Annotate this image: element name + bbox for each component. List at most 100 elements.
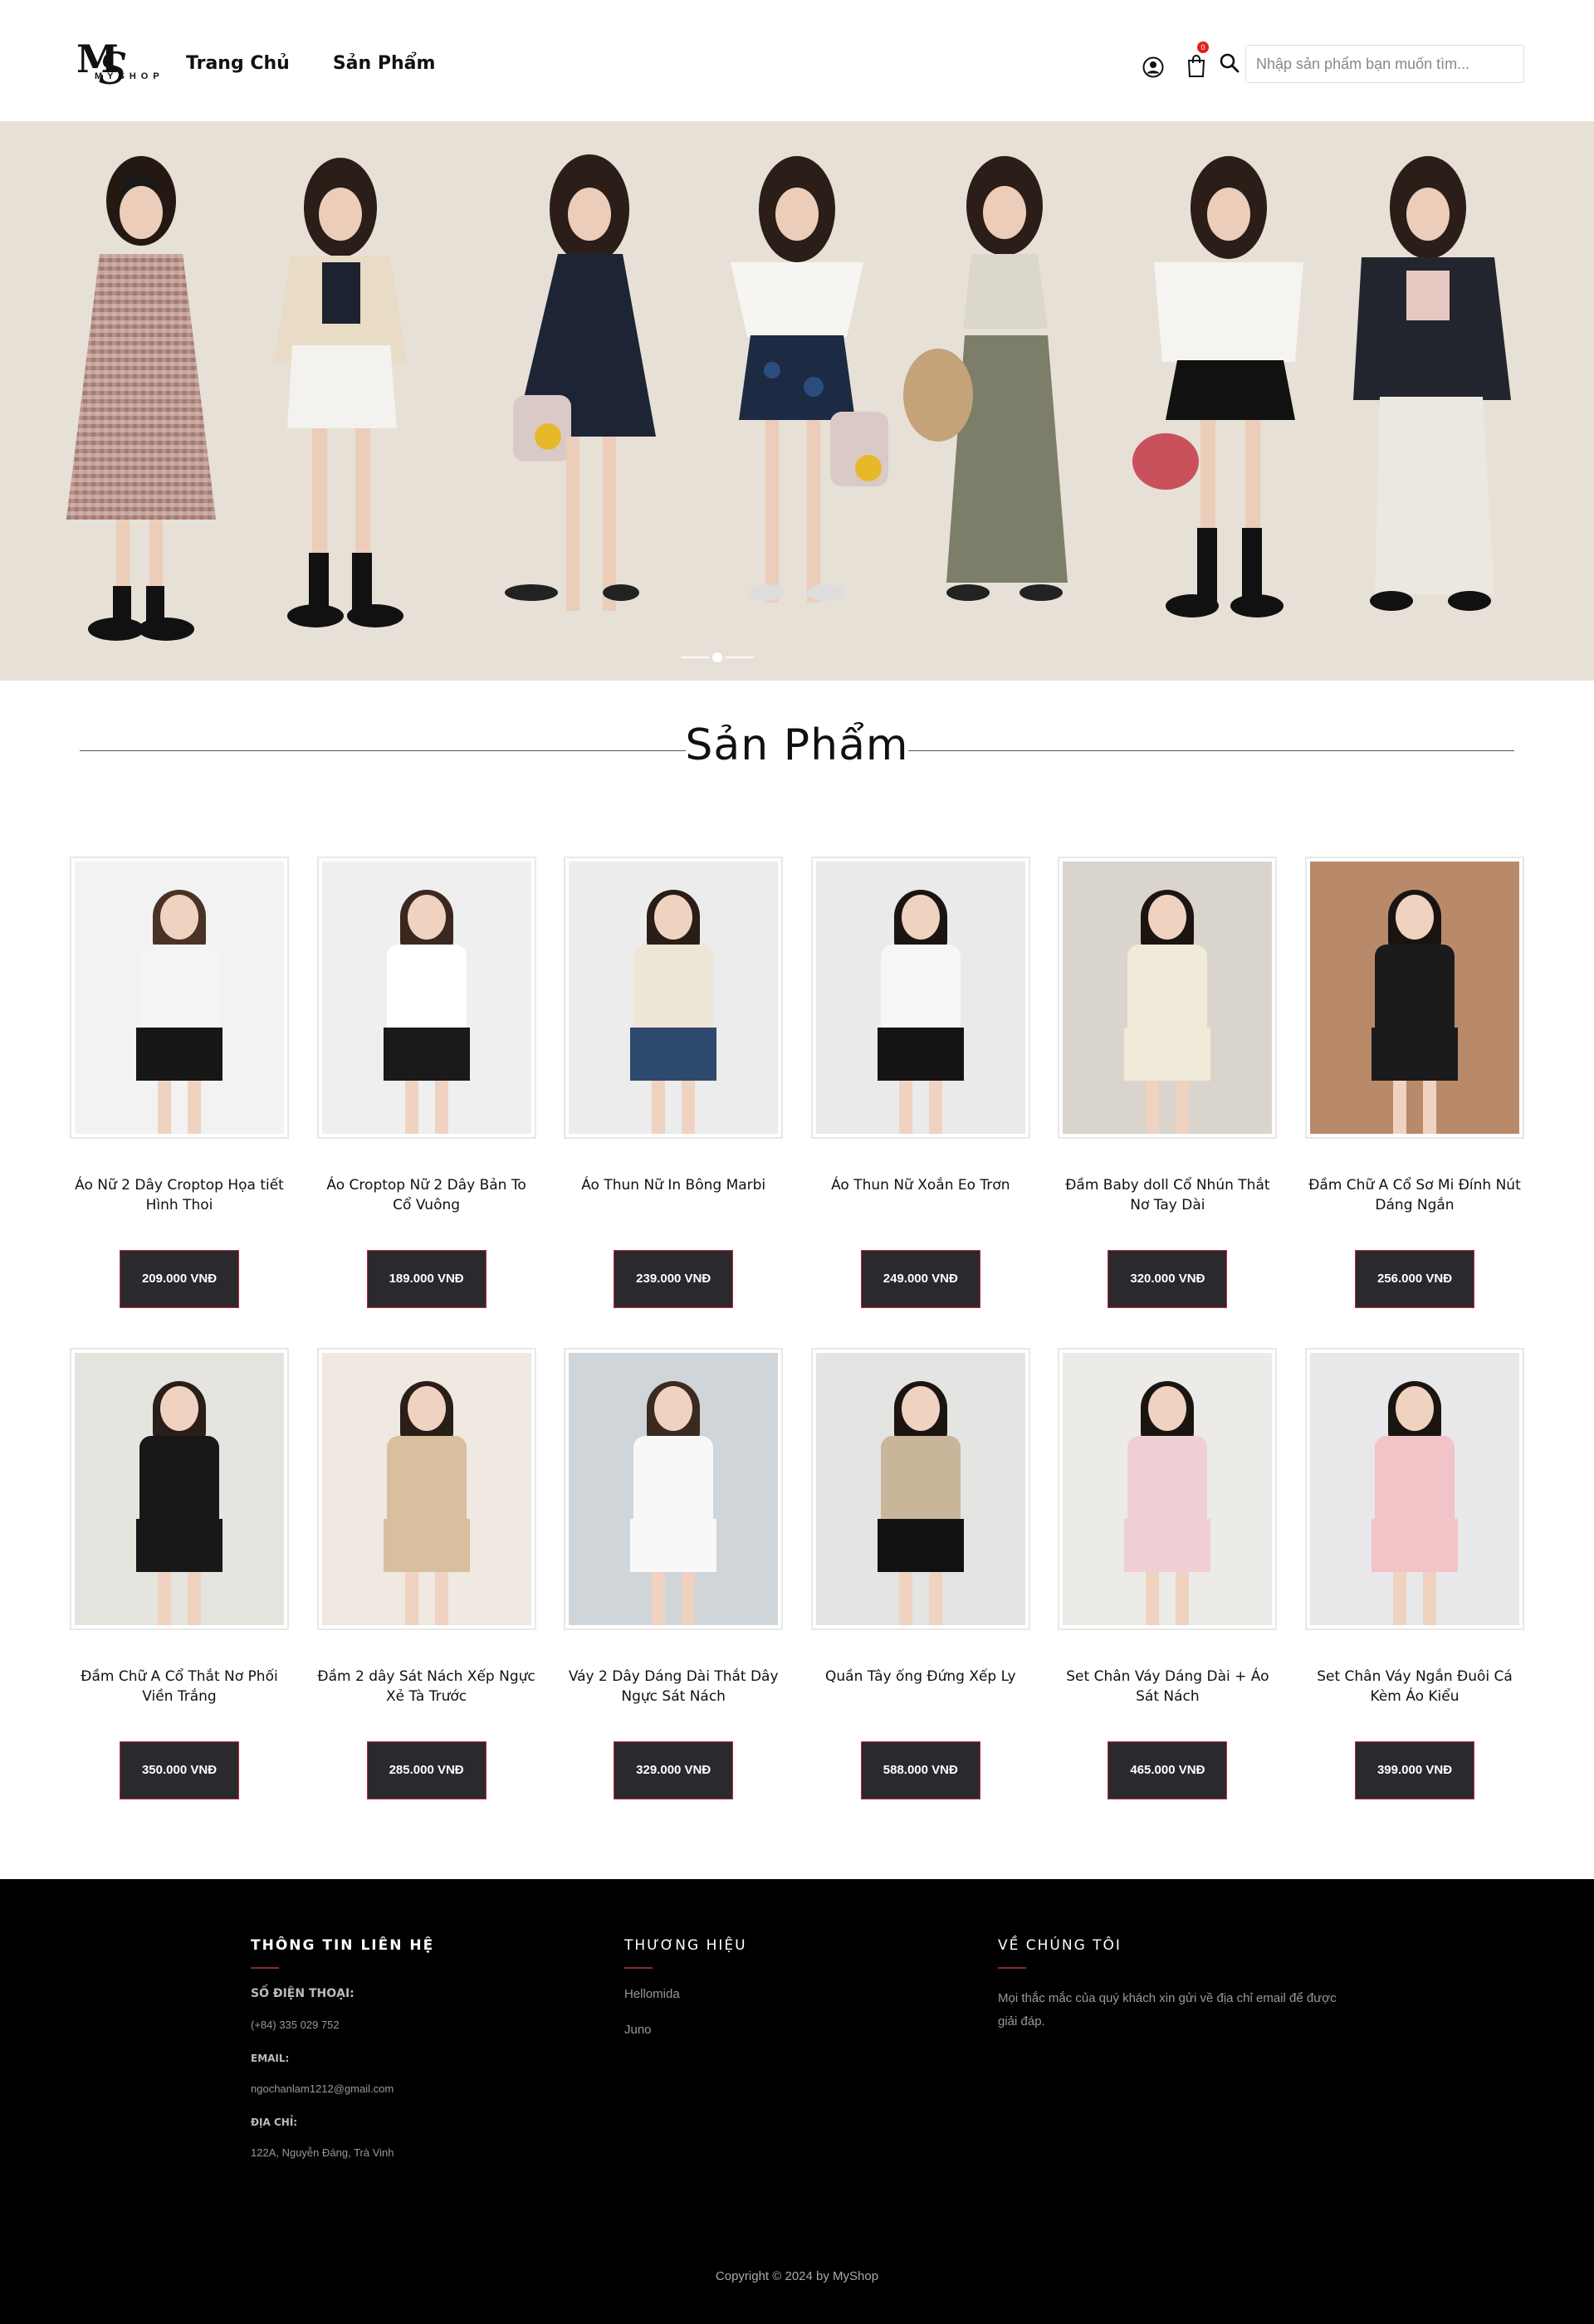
product-price-button[interactable]: 329.000 VNĐ [614,1741,734,1799]
product-image-frame[interactable] [1305,857,1524,1139]
product-price-button[interactable]: 239.000 VNĐ [614,1250,734,1308]
product-card[interactable]: Quần Tây ống Đứng Xếp Ly 588.000 VNĐ [810,1348,1030,1813]
product-name[interactable]: Set Chân Váy Ngắn Đuôi Cá Kèm Áo Kiểu [1305,1667,1524,1706]
product-image[interactable] [1063,862,1273,1134]
product-card[interactable]: Váy 2 Dây Dáng Dài Thắt Dây Ngực Sát Nác… [564,1348,784,1813]
product-name[interactable]: Set Chân Váy Dáng Dài + Áo Sát Nách [1058,1667,1277,1706]
address-label: ĐỊA CHỈ: [251,2116,298,2128]
product-card[interactable]: Đầm 2 dây Sát Nách Xếp Ngực Xẻ Tà Trước 2… [316,1348,536,1813]
product-price-button[interactable]: 465.000 VNĐ [1107,1741,1228,1799]
product-card[interactable]: Đầm Baby doll Cổ Nhún Thắt Nơ Tay Dài 320… [1058,857,1278,1321]
footer-heading: THƯƠNG HIỆU [624,1937,747,1954]
model-figure [274,158,407,627]
product-image[interactable] [321,1353,531,1625]
product-name[interactable]: Áo Nữ 2 Dây Croptop Họa tiết Hình Thoi [70,1175,289,1215]
product-image-frame[interactable] [316,857,536,1139]
product-image[interactable] [569,1353,779,1625]
product-price-button[interactable]: 320.000 VNĐ [1107,1250,1228,1308]
product-card[interactable]: Áo Nữ 2 Dây Croptop Họa tiết Hình Thoi 20… [70,857,289,1321]
shop-logo[interactable]: M S MYSHOP [76,37,159,95]
product-image[interactable] [1310,862,1519,1134]
products-section-header: Sản Phẩm [80,720,1514,787]
product-card[interactable]: Set Chân Váy Ngắn Đuôi Cá Kèm Áo Kiểu 399… [1305,1348,1524,1813]
model-figure [903,156,1068,601]
product-image[interactable] [1310,1353,1519,1625]
product-image[interactable] [75,862,284,1134]
product-image[interactable] [1063,1353,1273,1625]
about-text: Mọi thắc mắc của quý khách xin gửi về đị… [998,1991,1337,2029]
heading-underline [998,1967,1026,1969]
product-card[interactable]: Set Chân Váy Dáng Dài + Áo Sát Nách 465.0… [1058,1348,1278,1813]
product-image-frame[interactable] [1058,857,1278,1139]
slider-indicator[interactable] [681,657,709,658]
product-price-button[interactable]: 399.000 VNĐ [1355,1741,1474,1799]
product-card[interactable]: Đầm Chữ A Cổ Thắt Nơ Phối Viền Trắng 350.… [70,1348,289,1813]
product-image[interactable] [815,1353,1025,1625]
product-price-button[interactable]: 209.000 VNĐ [120,1250,239,1308]
model-figure [731,156,888,603]
product-name[interactable]: Áo Thun Nữ Xoắn Eo Trơn [811,1175,1030,1195]
site-header: M S MYSHOP Trang Chủ Sản Phẩm 0 [0,0,1594,121]
product-image-frame[interactable] [1305,1348,1524,1630]
product-image-frame[interactable] [316,1348,536,1630]
product-price-button[interactable]: 189.000 VNĐ [366,1250,487,1308]
product-image[interactable] [75,1353,284,1625]
search-input[interactable] [1245,45,1524,83]
cart-count-badge: 0 [1197,42,1209,53]
user-account-icon[interactable] [1142,56,1164,78]
product-image[interactable] [815,862,1025,1134]
product-image[interactable] [569,862,779,1134]
footer-heading: THÔNG TIN LIÊN HỆ [251,1937,435,1954]
product-card[interactable]: Áo Thun Nữ In Bông Marbi 239.000 VNĐ [564,857,784,1321]
model-figure [1132,156,1303,618]
product-image-frame[interactable] [564,1348,784,1630]
product-name[interactable]: Quần Tây ống Đứng Xếp Ly [811,1667,1030,1687]
product-price-button[interactable]: 256.000 VNĐ [1355,1250,1474,1308]
footer-brands: THƯƠNG HIỆU Hellomida Juno [624,1937,747,2058]
footer-contact: THÔNG TIN LIÊN HỆ SỐ ĐIỆN THOẠI: (+84) 3… [251,1937,434,2180]
product-name[interactable]: Đầm Chữ A Cổ Sơ Mi Đính Nút Dáng Ngắn [1305,1175,1524,1215]
nav-home[interactable]: Trang Chủ [186,53,290,74]
product-name[interactable]: Áo Croptop Nữ 2 Dây Bản To Cổ Vuông [317,1175,536,1215]
hero-slider-dots[interactable] [681,652,755,662]
address-value: 122A, Nguyễn Đáng, Trà Vinh [251,2146,394,2159]
phone-label: SỐ ĐIỆN THOẠI: [251,1987,354,2000]
product-name[interactable]: Áo Thun Nữ In Bông Marbi [564,1175,783,1195]
logo-subtext: MYSHOP [95,71,164,81]
copyright-text: Copyright © 2024 by MyShop [715,2269,879,2283]
footer-about: VỀ CHÚNG TÔI Mọi thắc mắc của quý khách … [998,1937,1347,2034]
product-image-frame[interactable] [70,857,289,1139]
model-figure [1353,156,1511,611]
product-image[interactable] [321,862,531,1134]
heading-underline [624,1967,653,1969]
product-price-button[interactable]: 350.000 VNĐ [120,1741,239,1799]
product-card[interactable]: Áo Croptop Nữ 2 Dây Bản To Cổ Vuông 189.0… [316,857,536,1321]
nav-products[interactable]: Sản Phẩm [333,53,436,74]
brand-link[interactable]: Hellomida [624,1987,747,2001]
product-card[interactable]: Áo Thun Nữ Xoắn Eo Trơn 249.000 VNĐ [810,857,1030,1321]
product-image-frame[interactable] [70,1348,289,1630]
product-price-button[interactable]: 249.000 VNĐ [860,1250,980,1308]
email-value[interactable]: ngochanlam1212@gmail.com [251,2082,434,2095]
product-name[interactable]: Đầm Baby doll Cổ Nhún Thắt Nơ Tay Dài [1058,1175,1277,1215]
product-price-button[interactable]: 285.000 VNĐ [366,1741,487,1799]
product-image-frame[interactable] [564,857,784,1139]
slider-indicator-active[interactable] [712,652,722,662]
product-name[interactable]: Đầm 2 dây Sát Nách Xếp Ngực Xẻ Tà Trước [317,1667,536,1706]
shopping-bag-icon[interactable] [1186,53,1207,78]
slider-indicator[interactable] [726,657,754,658]
heading-underline [251,1967,279,1969]
product-image-frame[interactable] [810,1348,1030,1630]
product-card[interactable]: Đầm Chữ A Cổ Sơ Mi Đính Nút Dáng Ngắn 256… [1305,857,1524,1321]
product-name[interactable]: Váy 2 Dây Dáng Dài Thắt Dây Ngực Sát Nác… [564,1667,783,1706]
section-title: Sản Phẩm [685,720,909,770]
hero-banner [0,121,1594,681]
main-nav: Trang Chủ Sản Phẩm [186,53,435,74]
email-label: EMAIL: [251,2053,290,2064]
product-image-frame[interactable] [1058,1348,1278,1630]
product-name[interactable]: Đầm Chữ A Cổ Thắt Nơ Phối Viền Trắng [70,1667,289,1706]
brand-link[interactable]: Juno [624,2023,747,2037]
product-image-frame[interactable] [810,857,1030,1139]
search-icon[interactable] [1219,52,1240,74]
product-price-button[interactable]: 588.000 VNĐ [860,1741,980,1799]
